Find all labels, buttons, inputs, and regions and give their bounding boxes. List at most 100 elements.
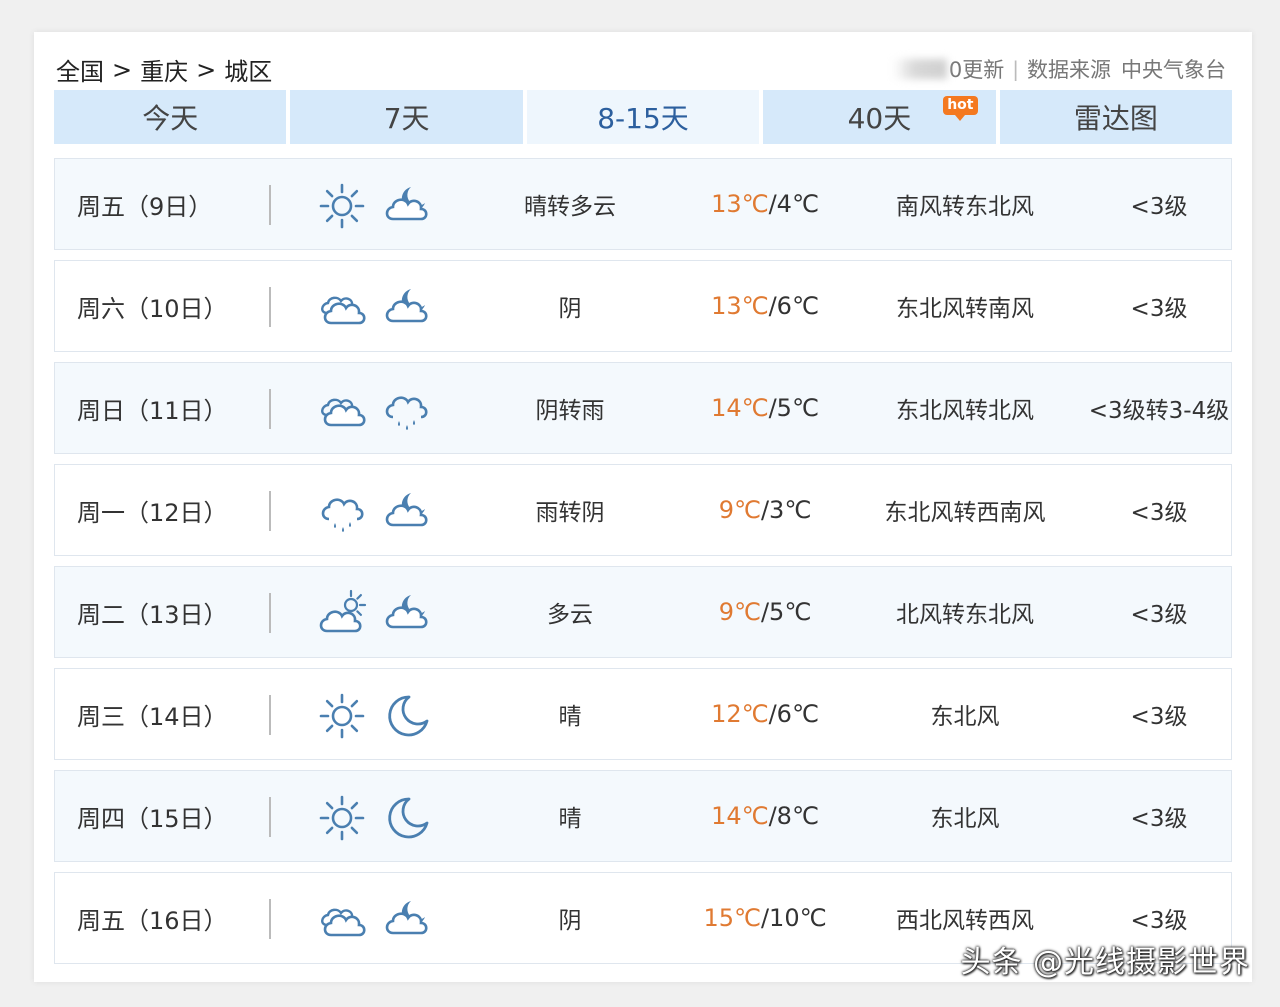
wind-level: <3级 [1130, 500, 1188, 526]
hot-badge: hot [943, 96, 978, 121]
weather-icons [317, 487, 431, 537]
forecast-date: 周五（9日） [77, 192, 213, 221]
weather-description: 阴 [558, 296, 582, 322]
high-temp: 13℃ [711, 292, 769, 320]
forecast-date: 周六（10日） [77, 294, 228, 323]
weather-icons [317, 895, 431, 945]
wind-direction: 东北风转西南风 [884, 500, 1046, 526]
sun-icon [319, 795, 365, 841]
wind-level: <3级 [1130, 704, 1188, 730]
breadcrumb-item-country[interactable]: 全国 [56, 52, 104, 87]
forecast-row: 周日（11日） 阴转雨 14℃/5℃ 东北风转北风 <3级转3-4级 [54, 362, 1232, 454]
rain-cloud-icon [321, 498, 364, 532]
forecast-date: 周日（11日） [77, 396, 228, 425]
row-divider [269, 593, 271, 633]
weather-description: 晴 [558, 806, 582, 832]
forecast-date: 周二（13日） [77, 600, 228, 629]
wind-level: <3级 [1130, 296, 1188, 322]
weather-icons [317, 385, 431, 435]
tab-label: 8-15天 [597, 102, 689, 135]
high-temp: 12℃ [711, 700, 769, 728]
temperature: 9℃/5℃ [718, 598, 812, 626]
weather-description: 多云 [547, 602, 593, 628]
tab-40-days[interactable]: 40天 hot [763, 90, 996, 144]
wind-direction: 东北风转南风 [896, 296, 1034, 322]
weather-description: 阴 [558, 908, 582, 934]
tab-radar[interactable]: 雷达图 [999, 90, 1233, 144]
weather-description: 晴转多云 [524, 194, 616, 220]
source-divider: | [1012, 57, 1019, 81]
breadcrumb-item-district: 城区 [224, 58, 273, 86]
data-source: 0更新 | 数据来源 中央气象台 [892, 54, 1226, 84]
watermark: 头条 @光线摄影世界 [960, 945, 1250, 980]
tab-8-15-days[interactable]: 8-15天 [526, 90, 760, 144]
tab-7-days[interactable]: 7天 [290, 90, 523, 144]
low-temp: 10℃ [769, 904, 827, 932]
forecast-date: 周一（12日） [77, 498, 228, 527]
wind-level: <3级 [1130, 806, 1188, 832]
sun-icon [319, 693, 365, 739]
tab-label: 7天 [383, 102, 430, 135]
cloud-moon-icon [385, 901, 428, 935]
low-temp: 6℃ [776, 700, 819, 728]
forecast-tabs: 今天 7天 8-15天 40天 hot 雷达图 [54, 90, 1233, 144]
row-divider [269, 695, 271, 735]
source-name: 中央气象台 [1121, 58, 1226, 82]
weather-icons [317, 793, 431, 843]
weather-description: 雨转阴 [535, 500, 605, 526]
high-temp: 9℃ [718, 496, 761, 524]
temperature: 12℃/6℃ [711, 700, 819, 728]
weather-card: 全国 > 重庆 > 城区 0更新 | 数据来源 中央气象台 今天 7天 8-15… [34, 32, 1252, 982]
wind-level: <3级 [1130, 602, 1188, 628]
forecast-row: 周一（12日） 雨转阴 9℃/3℃ 东北风转西南风 <3级 [54, 464, 1232, 556]
weather-icons [317, 283, 431, 333]
breadcrumb-separator: > [112, 55, 133, 84]
low-temp: 4℃ [776, 190, 819, 218]
row-divider [269, 185, 271, 225]
forecast-date: 周四（15日） [77, 804, 228, 833]
breadcrumb: 全国 > 重庆 > 城区 [56, 52, 272, 87]
wind-level: <3级 [1130, 194, 1188, 220]
cloud-moon-icon [385, 187, 428, 221]
forecast-list: 周五（9日） 晴转多云 13℃/4℃ 南风转东北风 <3级 周六（10日） 阴 … [54, 158, 1232, 974]
weather-icons [317, 181, 431, 231]
cloud-icon [321, 908, 366, 937]
tab-label: 雷达图 [1073, 102, 1158, 135]
high-temp: 14℃ [711, 394, 769, 422]
low-temp: 8℃ [776, 802, 819, 830]
breadcrumb-item-province[interactable]: 重庆 [140, 52, 188, 87]
temperature: 9℃/3℃ [718, 496, 812, 524]
wind-direction: 东北风 [930, 806, 1000, 832]
cloud-moon-icon [385, 493, 428, 527]
temperature: 14℃/8℃ [711, 802, 819, 830]
wind-level: <3级 [1130, 908, 1188, 934]
breadcrumb-separator: > [196, 55, 217, 84]
high-temp: 9℃ [718, 598, 761, 626]
weather-icons [317, 589, 431, 639]
source-label: 数据来源 [1027, 58, 1111, 82]
wind-direction: 东北风转北风 [896, 398, 1034, 424]
row-divider [269, 797, 271, 837]
wind-direction: 南风转东北风 [896, 194, 1034, 220]
low-temp: 3℃ [769, 496, 812, 524]
moon-icon [388, 797, 429, 839]
cloud-moon-icon [385, 595, 428, 629]
forecast-row: 周四（15日） 晴 14℃/8℃ 东北风 <3级 [54, 770, 1232, 862]
sun-icon [319, 183, 365, 229]
wind-direction: 北风转东北风 [896, 602, 1034, 628]
tab-today[interactable]: 今天 [54, 90, 287, 144]
forecast-date: 周三（14日） [77, 702, 228, 731]
temperature: 14℃/5℃ [711, 394, 819, 422]
row-divider [269, 491, 271, 531]
high-temp: 14℃ [711, 802, 769, 830]
weather-description: 晴 [558, 704, 582, 730]
forecast-row: 周二（13日） 多云 9℃/5℃ 北风转东北风 <3级 [54, 566, 1232, 658]
forecast-row: 周五（9日） 晴转多云 13℃/4℃ 南风转东北风 <3级 [54, 158, 1232, 250]
blurred-update-time [892, 59, 947, 79]
row-divider [269, 899, 271, 939]
wind-direction: 东北风 [930, 704, 1000, 730]
top-bar: 全国 > 重庆 > 城区 0更新 | 数据来源 中央气象台 [54, 48, 1226, 87]
forecast-row: 周三（14日） 晴 12℃/6℃ 东北风 <3级 [54, 668, 1232, 760]
temperature: 15℃/10℃ [703, 904, 827, 932]
low-temp: 5℃ [776, 394, 819, 422]
